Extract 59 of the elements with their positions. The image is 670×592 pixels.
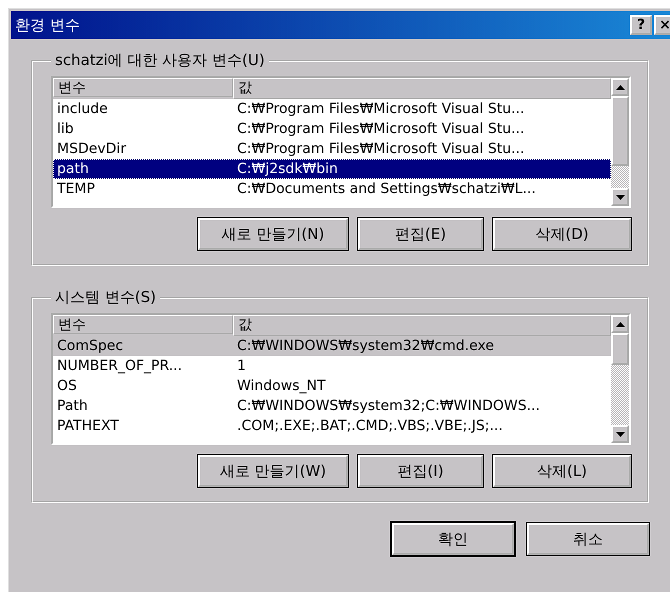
column-header[interactable]: 값: [233, 315, 611, 336]
help-button[interactable]: ?: [630, 15, 652, 35]
variable-value: C:₩Program Files₩Microsoft Visual Stu...: [236, 100, 526, 119]
variable-name: TEMP: [56, 180, 96, 199]
group-label: schatzi에 대한 사용자 변수(U): [54, 51, 266, 70]
variable-name: include: [56, 100, 109, 119]
list-row[interactable]: TEMP C:₩Documents and Settings₩schatzi₩L...: [53, 179, 611, 199]
list-row[interactable]: ComSpec C:₩WINDOWS₩system32₩cmd.exe: [53, 336, 611, 356]
variable-value: C:₩Program Files₩Microsoft Visual Stu...: [236, 120, 526, 139]
list-row[interactable]: NUMBER_OF_PR... 1: [53, 356, 611, 376]
variable-name: path: [56, 160, 90, 179]
up-arrow-icon: [616, 84, 624, 90]
variable-value: C:₩WINDOWS₩system32₩cmd.exe: [236, 337, 495, 356]
up-arrow-icon: [616, 322, 624, 326]
variable-name: lib: [56, 120, 75, 139]
scrollbar[interactable]: [611, 315, 629, 443]
column-header[interactable]: 변수: [53, 315, 233, 334]
scroll-up-button[interactable]: [611, 315, 629, 333]
dialog-button[interactable]: 편집(E): [358, 218, 483, 250]
dialog-button[interactable]: 새로 만들기(W): [198, 455, 348, 487]
variable-name: PATHEXT: [56, 417, 120, 436]
list-row[interactable]: OS Windows_NT: [53, 376, 611, 396]
group-label: 시스템 변수(S): [54, 288, 157, 307]
dialog-button[interactable]: 취소: [527, 523, 649, 555]
variable-name: MSDevDir: [56, 140, 128, 159]
list-row[interactable]: Path C:₩WINDOWS₩system32;C:₩WINDOWS...: [53, 396, 611, 416]
variable-value: C:₩Program Files₩Microsoft Visual Stu...: [236, 140, 526, 159]
column-header[interactable]: 변수: [53, 78, 233, 97]
close-button[interactable]: ×: [654, 15, 670, 35]
variable-value: C:₩WINDOWS₩system32;C:₩WINDOWS...: [236, 397, 541, 416]
dialog-button[interactable]: 확인: [392, 523, 514, 555]
variable-value: C:₩j2sdk₩bin: [236, 160, 339, 179]
dialog-button[interactable]: 편집(I): [358, 455, 483, 487]
scroll-up-button[interactable]: [611, 78, 629, 96]
variable-name: Path: [56, 397, 89, 416]
list-row[interactable]: PATHEXT .COM;.EXE;.BAT;.CMD;.VBS;.VBE;.JS;...: [53, 416, 611, 436]
dialog-button[interactable]: 새로 만들기(N): [198, 218, 348, 250]
down-arrow-icon: [616, 432, 624, 436]
down-arrow-icon: [616, 194, 624, 200]
window-title: 환경 변수: [15, 16, 80, 34]
scrollbar[interactable]: [611, 78, 629, 206]
scroll-thumb[interactable]: [611, 96, 629, 166]
scroll-down-button[interactable]: [611, 425, 629, 443]
list-row[interactable]: MSDevDir C:₩Program Files₩Microsoft Visual Stu...: [53, 139, 611, 159]
variable-value: Windows_NT: [236, 377, 327, 396]
list-row[interactable]: include C:₩Program Files₩Microsoft Visual Stu...: [53, 99, 611, 119]
variable-value: C:₩Documents and Settings₩schatzi₩L...: [236, 180, 537, 199]
variable-value: 1: [236, 357, 247, 376]
dialog-button[interactable]: 삭제(D): [493, 218, 631, 250]
scroll-down-button[interactable]: [611, 188, 629, 206]
variable-name: ComSpec: [56, 337, 124, 356]
list-row[interactable]: lib C:₩Program Files₩Microsoft Visual Stu...: [53, 119, 611, 139]
list-row[interactable]: path C:₩j2sdk₩bin: [53, 159, 611, 179]
variable-name: NUMBER_OF_PR...: [56, 357, 184, 376]
scroll-thumb[interactable]: [611, 333, 629, 365]
variable-value: .COM;.EXE;.BAT;.CMD;.VBS;.VBE;.JS;...: [236, 417, 504, 436]
dialog-button[interactable]: 삭제(L): [493, 455, 631, 487]
variable-name: OS: [56, 377, 78, 396]
column-header[interactable]: 값: [233, 78, 611, 99]
